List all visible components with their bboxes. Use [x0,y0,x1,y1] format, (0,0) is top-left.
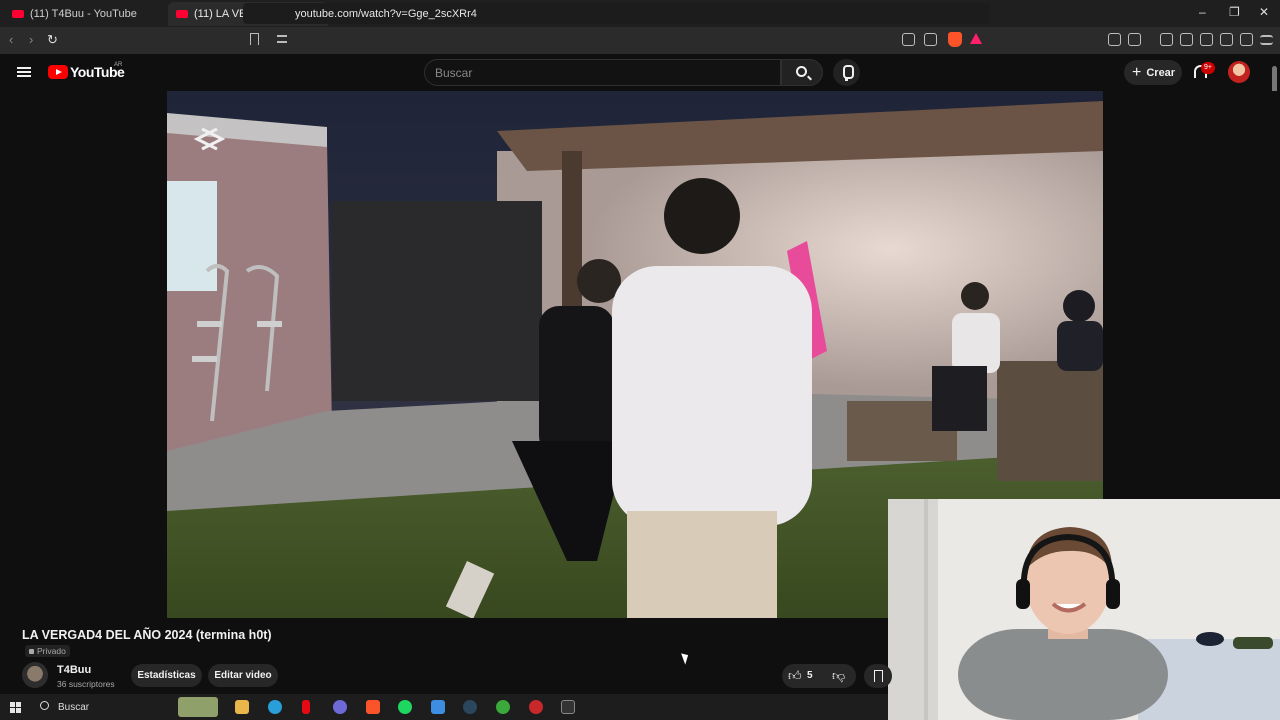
widget-hedgehog-icon[interactable] [178,697,218,717]
hamburger-menu-icon[interactable] [17,67,31,77]
like-count: 5 [807,670,813,681]
create-button[interactable]: + Crear [1124,60,1182,85]
menu-icon[interactable] [1260,35,1273,45]
bookmark-icon[interactable] [250,33,259,45]
webcam-frame [888,499,1280,720]
store-icon[interactable] [431,700,445,714]
address-bar[interactable]: youtube.com/watch?v=Gge_2scXRr4 [243,3,990,24]
search-icon [40,701,49,710]
brave-icon[interactable] [366,700,380,714]
stats-button[interactable]: Estadísticas [131,664,202,687]
brave-rewards-icon[interactable] [970,33,982,44]
spotify-icon[interactable] [398,700,412,714]
sidebar-icon[interactable] [1180,33,1193,46]
windows-start-icon[interactable] [10,702,21,713]
leo-ai-icon[interactable] [1220,33,1233,46]
plus-icon: + [1132,63,1142,81]
privacy-badge: Privado [25,645,70,657]
tab-channel[interactable]: (11) T4Buu - YouTube [4,2,164,26]
youtube-logo-icon[interactable] [48,65,68,79]
music-icon[interactable] [1160,33,1173,46]
restore-button[interactable]: ❐ [1229,5,1240,19]
webcam-overlay [888,499,1280,720]
xbox-icon[interactable] [496,700,510,714]
voice-search-button[interactable] [833,59,860,86]
search-placeholder: Buscar [435,65,473,80]
forward-icon[interactable]: › [29,32,33,47]
tab-label: (11) T4Buu - YouTube [30,8,137,20]
riot-icon[interactable] [529,700,543,714]
wallet-icon[interactable] [1200,33,1213,46]
edge-icon[interactable] [268,700,282,714]
mouse-cursor [681,651,691,665]
youtube-favicon-icon [12,10,24,18]
search-button[interactable] [781,59,823,86]
cast-icon[interactable] [902,33,915,46]
channel-avatar[interactable] [22,662,48,688]
privacy-label: Privado [37,646,66,656]
dislike-icon[interactable]: 👎︎ [832,668,845,684]
video-title: LA VERGAD4 DEL AÑO 2024 (termina h0t) [22,628,272,642]
netflix-icon[interactable] [302,700,310,714]
channel-name[interactable]: T4Buu [57,664,91,676]
back-icon[interactable]: ‹ [9,32,13,47]
reload-icon[interactable]: ↻ [47,32,58,48]
search-icon [796,66,807,77]
translate-icon[interactable] [1128,33,1141,46]
save-button[interactable] [864,664,892,688]
country-code: AR [114,62,123,68]
browser-toolbar: ‹ › ↻ [0,27,1280,54]
site-info-icon[interactable] [277,35,287,43]
vpn-icon[interactable] [1240,33,1253,46]
like-icon[interactable]: 👍︎ [788,668,802,684]
steam-icon[interactable] [463,700,477,714]
screen: (11) T4Buu - YouTube (11) LA VERGAD4 DEL… [0,0,1280,720]
save-bookmark-icon [874,670,883,682]
account-avatar[interactable] [1228,61,1250,83]
taskbar-search-label: Buscar [58,701,90,713]
subscriber-count: 36 suscriptores [57,679,115,689]
close-window-button[interactable]: ✕ [1259,5,1269,19]
search-input[interactable]: Buscar [424,59,781,86]
file-explorer-icon[interactable] [235,700,249,714]
discord-icon[interactable] [333,700,347,714]
lock-icon [29,648,34,654]
epic-games-icon[interactable] [561,700,575,714]
extensions-icon[interactable] [1108,33,1121,46]
url-text: youtube.com/watch?v=Gge_2scXRr4 [295,7,477,20]
create-label: Crear [1146,66,1176,79]
brave-shields-icon[interactable] [948,32,962,47]
minimize-button[interactable]: – [1199,5,1206,19]
edit-video-button[interactable]: Editar video [208,664,278,687]
share-icon[interactable] [924,33,937,46]
youtube-favicon-icon [176,10,188,18]
notification-badge: 9+ [1201,62,1215,74]
